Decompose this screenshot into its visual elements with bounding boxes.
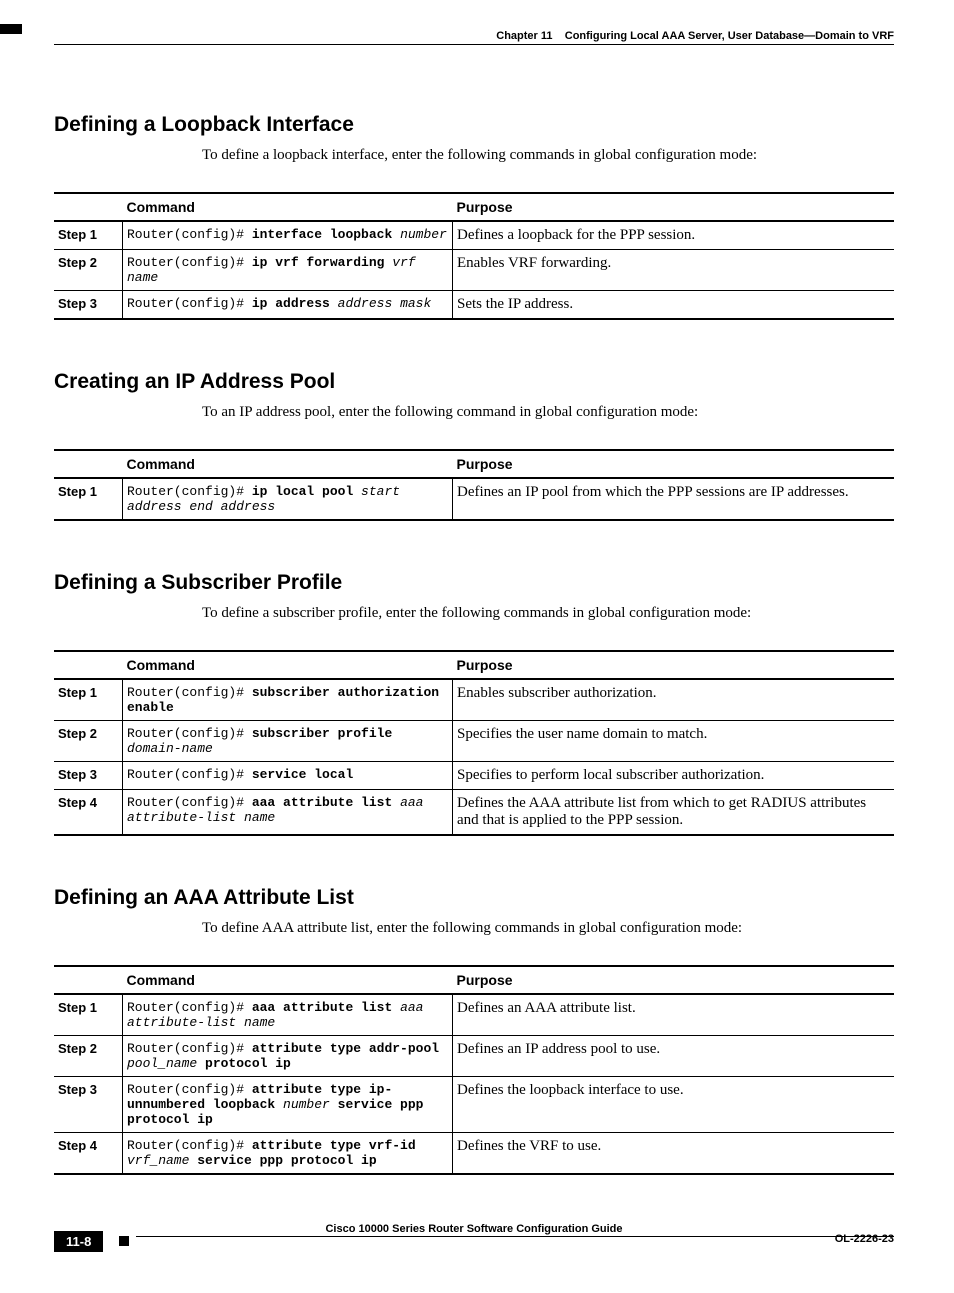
column-header-command: Command: [123, 450, 453, 478]
command-cell: Router(config)# subscriber profile domai…: [123, 721, 453, 762]
purpose-cell: Defines an IP address pool to use.: [453, 1036, 895, 1077]
command-table: CommandPurposeStep 1Router(config)# inte…: [54, 192, 894, 320]
table-row: Step 3Router(config)# attribute type ip-…: [54, 1077, 894, 1133]
section-heading: Defining a Loopback Interface: [54, 113, 894, 137]
command-cell: Router(config)# interface loopback numbe…: [123, 221, 453, 250]
table-row: Step 3Router(config)# ip address address…: [54, 291, 894, 320]
command-cell: Router(config)# aaa attribute list aaa a…: [123, 790, 453, 836]
page-number-badge: 11-8: [54, 1231, 103, 1252]
table-row: Step 1Router(config)# subscriber authori…: [54, 679, 894, 721]
command-cell: Router(config)# ip local pool start addr…: [123, 478, 453, 520]
command-cell: Router(config)# attribute type ip-unnumb…: [123, 1077, 453, 1133]
table-row: Step 1Router(config)# aaa attribute list…: [54, 994, 894, 1036]
purpose-cell: Sets the IP address.: [453, 291, 895, 320]
purpose-cell: Specifies to perform local subscriber au…: [453, 762, 895, 790]
step-label: Step 2: [54, 721, 123, 762]
margin-marker-icon: [0, 24, 22, 34]
table-row: Step 2Router(config)# ip vrf forwarding …: [54, 250, 894, 291]
table-row: Step 4Router(config)# attribute type vrf…: [54, 1133, 894, 1175]
command-table: CommandPurposeStep 1Router(config)# subs…: [54, 650, 894, 836]
purpose-cell: Specifies the user name domain to match.: [453, 721, 895, 762]
purpose-cell: Defines a loopback for the PPP session.: [453, 221, 895, 250]
command-table: CommandPurposeStep 1Router(config)# ip l…: [54, 449, 894, 521]
page-header: Chapter 11 Configuring Local AAA Server,…: [54, 30, 894, 42]
purpose-cell: Defines an IP pool from which the PPP se…: [453, 478, 895, 520]
command-cell: Router(config)# ip vrf forwarding vrf na…: [123, 250, 453, 291]
column-header-command: Command: [123, 651, 453, 679]
section-heading: Defining an AAA Attribute List: [54, 886, 894, 910]
step-label: Step 4: [54, 1133, 123, 1175]
header-rule: [54, 44, 894, 45]
step-label: Step 1: [54, 994, 123, 1036]
page-footer: Cisco 10000 Series Router Software Confi…: [54, 1223, 894, 1263]
table-row: Step 1Router(config)# interface loopback…: [54, 221, 894, 250]
section-heading: Defining a Subscriber Profile: [54, 571, 894, 595]
column-header-command: Command: [123, 966, 453, 994]
step-label: Step 2: [54, 1036, 123, 1077]
command-cell: Router(config)# attribute type vrf-id vr…: [123, 1133, 453, 1175]
step-label: Step 2: [54, 250, 123, 291]
section-intro: To define AAA attribute list, enter the …: [202, 920, 894, 937]
command-table: CommandPurposeStep 1Router(config)# aaa …: [54, 965, 894, 1175]
step-label: Step 1: [54, 679, 123, 721]
column-header-purpose: Purpose: [453, 193, 895, 221]
column-header-command: Command: [123, 193, 453, 221]
purpose-cell: Defines the AAA attribute list from whic…: [453, 790, 895, 836]
step-label: Step 3: [54, 291, 123, 320]
step-label: Step 1: [54, 221, 123, 250]
step-label: Step 3: [54, 1077, 123, 1133]
column-header-purpose: Purpose: [453, 651, 895, 679]
table-row: Step 2Router(config)# attribute type add…: [54, 1036, 894, 1077]
section-intro: To define a subscriber profile, enter th…: [202, 605, 894, 622]
purpose-cell: Enables VRF forwarding.: [453, 250, 895, 291]
column-header-purpose: Purpose: [453, 450, 895, 478]
column-header-purpose: Purpose: [453, 966, 895, 994]
table-row: Step 2Router(config)# subscriber profile…: [54, 721, 894, 762]
purpose-cell: Defines the loopback interface to use.: [453, 1077, 895, 1133]
step-label: Step 1: [54, 478, 123, 520]
table-row: Step 1Router(config)# ip local pool star…: [54, 478, 894, 520]
purpose-cell: Defines an AAA attribute list.: [453, 994, 895, 1036]
step-label: Step 3: [54, 762, 123, 790]
command-cell: Router(config)# attribute type addr-pool…: [123, 1036, 453, 1077]
purpose-cell: Enables subscriber authorization.: [453, 679, 895, 721]
section-intro: To define a loopback interface, enter th…: [202, 147, 894, 164]
command-cell: Router(config)# service local: [123, 762, 453, 790]
section-intro: To an IP address pool, enter the followi…: [202, 404, 894, 421]
table-row: Step 4Router(config)# aaa attribute list…: [54, 790, 894, 836]
section-heading: Creating an IP Address Pool: [54, 370, 894, 394]
command-cell: Router(config)# subscriber authorization…: [123, 679, 453, 721]
step-label: Step 4: [54, 790, 123, 836]
purpose-cell: Defines the VRF to use.: [453, 1133, 895, 1175]
table-row: Step 3Router(config)# service localSpeci…: [54, 762, 894, 790]
footer-marker-icon: [119, 1236, 129, 1246]
command-cell: Router(config)# ip address address mask: [123, 291, 453, 320]
footer-book-title: Cisco 10000 Series Router Software Confi…: [54, 1223, 894, 1235]
command-cell: Router(config)# aaa attribute list aaa a…: [123, 994, 453, 1036]
